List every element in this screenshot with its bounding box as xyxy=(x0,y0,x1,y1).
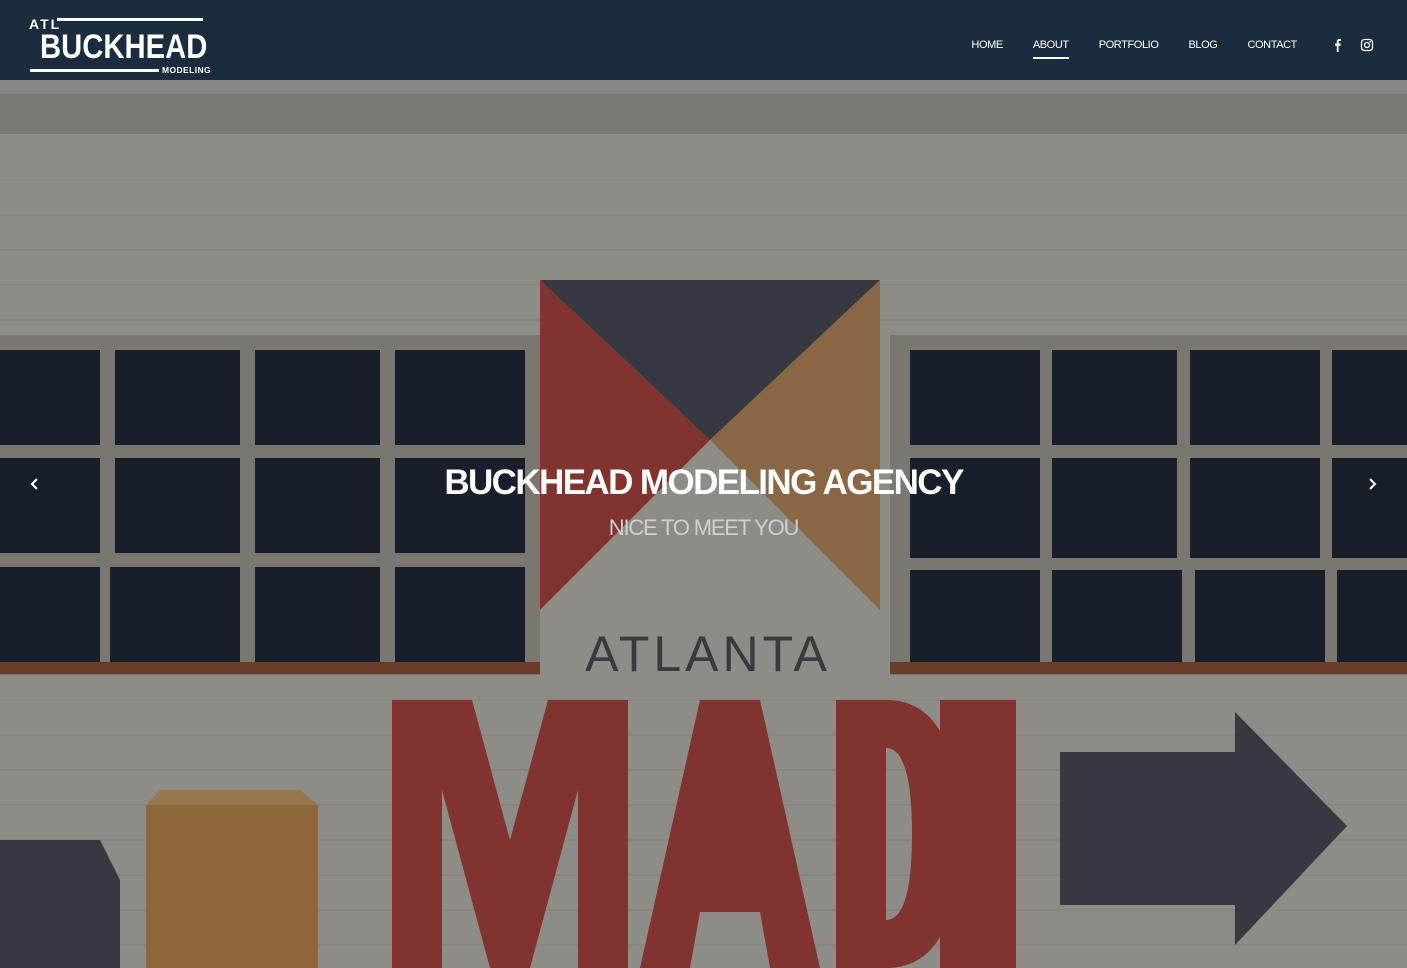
chevron-right-icon xyxy=(1369,478,1377,490)
chevron-left-icon xyxy=(30,478,38,490)
logo-bottom-rule xyxy=(30,69,159,72)
instagram-icon[interactable] xyxy=(1360,38,1374,52)
site-logo[interactable]: ATL BUCKHEAD MODELING xyxy=(29,14,211,76)
logo-top-rule xyxy=(57,18,203,21)
logo-name: BUCKHEAD xyxy=(40,28,208,66)
nav-contact[interactable]: CONTACT xyxy=(1247,38,1297,59)
slider-prev-button[interactable] xyxy=(24,472,46,496)
slider-next-button[interactable] xyxy=(1361,472,1383,496)
social-links xyxy=(1331,38,1374,52)
logo-suffix: MODELING xyxy=(162,65,212,75)
nav-home[interactable]: HOME xyxy=(971,38,1003,59)
nav-portfolio[interactable]: PORTFOLIO xyxy=(1099,38,1159,59)
facebook-icon[interactable] xyxy=(1331,38,1344,52)
nav-blog[interactable]: BLOG xyxy=(1188,38,1217,59)
hero-subtitle: NICE TO MEET YOU xyxy=(608,515,800,540)
nav-about[interactable]: ABOUT xyxy=(1032,38,1069,59)
mural-word-atlanta: ATLANTA xyxy=(585,626,831,682)
site-header: ATL BUCKHEAD MODELING HOME ABOUT PORTFOL… xyxy=(0,0,1407,90)
hero-title: BUCKHEAD MODELING AGENCY xyxy=(444,463,964,502)
main-nav: HOME ABOUT PORTFOLIO BLOG CONTACT xyxy=(941,38,1297,59)
